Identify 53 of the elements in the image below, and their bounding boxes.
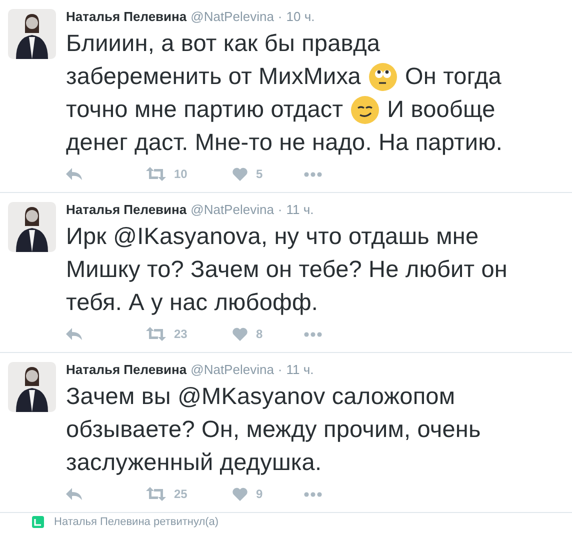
retweet-button[interactable]: 23 [146, 327, 232, 341]
mention-link[interactable]: @MKasyanov [178, 383, 326, 410]
tweet-time[interactable]: 11 ч. [286, 202, 314, 217]
more-icon [304, 332, 322, 336]
retweet-icon [146, 487, 166, 501]
mention-link[interactable]: @IKasyanova [113, 223, 261, 250]
reply-icon [66, 168, 82, 180]
separator-dot: · [278, 362, 282, 377]
retweet-button[interactable]: 25 [146, 487, 232, 501]
tweet-text: заслуженный дедушка. [66, 449, 322, 476]
separator-dot: · [278, 202, 282, 217]
like-button[interactable]: 8 [232, 327, 304, 341]
emoji-icon [350, 94, 380, 124]
tweet-text: Он тогда [404, 63, 502, 90]
separator-dot: · [278, 9, 282, 24]
tweet-text: тебя. А у нас любофф. [66, 289, 318, 316]
like-button[interactable]: 9 [232, 487, 304, 501]
heart-icon [232, 327, 248, 341]
tweet-text: саложопом [330, 383, 456, 410]
retweet-icon [146, 167, 166, 181]
author-handle: @NatPelevina [190, 362, 274, 377]
retweet-icon [146, 327, 166, 341]
author-handle: @NatPelevina [190, 202, 274, 217]
like-button[interactable]: 5 [232, 167, 304, 181]
tweet-text: , ну что отдашь мне [260, 223, 479, 250]
tweet-text: забеременить от МихМиха [66, 63, 361, 90]
avatar-icon [8, 9, 56, 59]
avatar-icon [8, 362, 56, 412]
heart-icon [232, 167, 248, 181]
tweet-text: И вообще [387, 96, 496, 123]
emoji-icon [368, 62, 398, 92]
heart-icon [232, 487, 248, 501]
retweet-notice: Наталья Пелевина ретвитнул(а) [54, 516, 219, 528]
author-name[interactable]: Наталья Пелевина [66, 362, 187, 377]
author-name[interactable]: Наталья Пелевина [66, 202, 187, 217]
retweet-icon [32, 516, 44, 528]
reply-icon [66, 328, 82, 340]
tweet-time[interactable]: 11 ч. [286, 362, 314, 377]
tweet-text: обзываете? Он, между прочим, очень [66, 416, 481, 443]
tweet-text: Блииин, а вот как бы правда [66, 30, 380, 57]
author-handle: @NatPelevina [190, 9, 274, 24]
tweet-text: Ирк [66, 223, 108, 250]
reply-icon [66, 488, 82, 500]
more-icon [304, 492, 322, 496]
author-name[interactable]: Наталья Пелевина [66, 9, 187, 24]
more-icon [304, 172, 322, 176]
tweet-text: точно мне партию отдаст [66, 96, 344, 123]
avatar-icon [8, 202, 56, 252]
tweet-text: Мишку то? Зачем он тебе? Не любит он [66, 256, 508, 283]
retweet-button[interactable]: 10 [146, 167, 232, 181]
tweet-text: Зачем вы [66, 383, 172, 410]
tweet-time[interactable]: 10 ч. [286, 9, 315, 24]
tweet-text: денег даст. Мне-то не надо. На партию. [66, 129, 502, 156]
